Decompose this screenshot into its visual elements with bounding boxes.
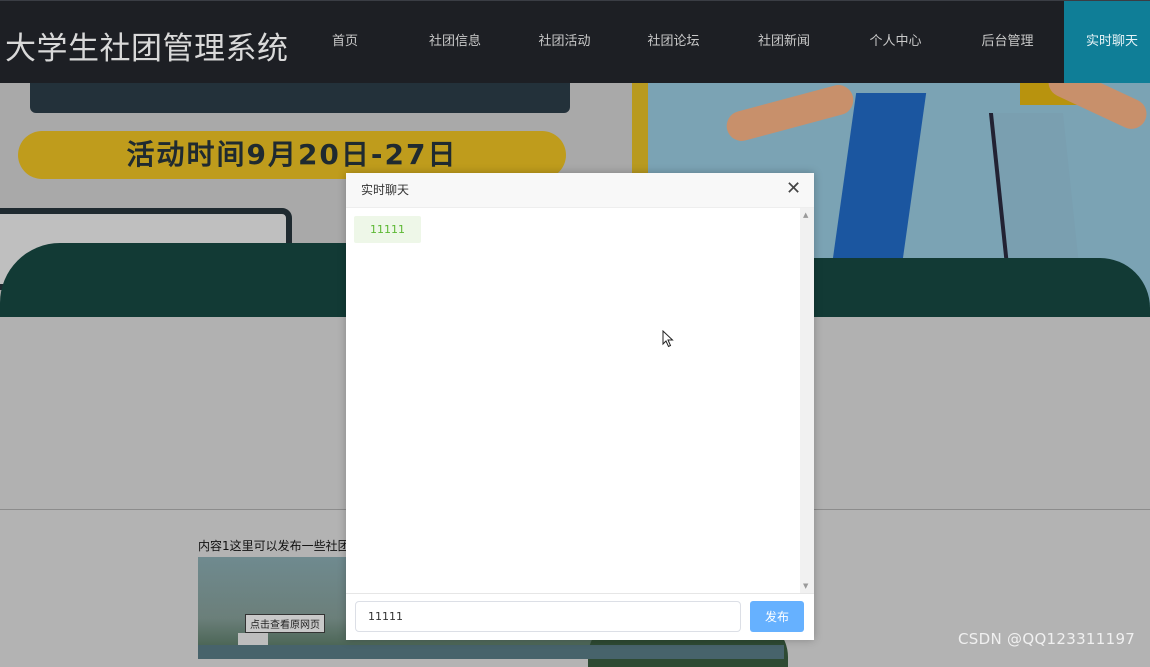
send-button[interactable]: 发布: [750, 601, 804, 632]
dialog-footer-divider: [346, 593, 814, 594]
nav-item-club-activities[interactable]: 社团活动: [510, 1, 619, 83]
scroll-down-icon[interactable]: ▼: [803, 582, 808, 590]
message-scrollbar[interactable]: ▲ ▼: [800, 208, 814, 593]
scroll-up-icon[interactable]: ▲: [803, 211, 808, 219]
close-icon[interactable]: ✕: [786, 179, 801, 199]
main-nav: 首页 社团信息 社团活动 社团论坛 社团新闻 个人中心 后台管理 实时聊天: [290, 1, 1150, 84]
banner-date-pill: 活动时间9月20日-27日: [18, 131, 566, 179]
nav-item-admin[interactable]: 后台管理: [951, 1, 1064, 83]
top-navigation-bar: 大学生社团管理系统 首页 社团信息 社团活动 社团论坛 社团新闻 个人中心 后台…: [0, 0, 1150, 83]
nav-item-club-news[interactable]: 社团新闻: [728, 1, 840, 83]
image-lake: [198, 645, 784, 659]
nav-item-live-chat[interactable]: 实时聊天: [1064, 1, 1150, 83]
banner-title-graphic: [30, 83, 570, 113]
dialog-title: 实时聊天: [361, 183, 410, 197]
nav-item-club-forum[interactable]: 社团论坛: [619, 1, 728, 83]
nav-item-home[interactable]: 首页: [290, 1, 400, 83]
mouse-cursor-icon: [662, 330, 674, 348]
nav-item-personal-center[interactable]: 个人中心: [840, 1, 951, 83]
view-source-button[interactable]: 点击查看原网页: [245, 614, 325, 633]
content-description: 内容1这里可以发布一些社团: [198, 539, 350, 553]
watermark: CSDN @QQ123311197: [958, 630, 1136, 648]
chat-message: 11111: [354, 216, 421, 243]
message-list[interactable]: 11111: [346, 208, 800, 593]
illustration-arm: [723, 83, 857, 145]
dialog-header: 实时聊天 ✕: [346, 173, 814, 208]
chat-input[interactable]: [355, 601, 741, 632]
nav-item-club-info[interactable]: 社团信息: [400, 1, 510, 83]
site-title: 大学生社团管理系统: [5, 31, 289, 67]
chat-dialog: 实时聊天 ✕ 11111 ▲ ▼ 发布: [346, 173, 814, 640]
